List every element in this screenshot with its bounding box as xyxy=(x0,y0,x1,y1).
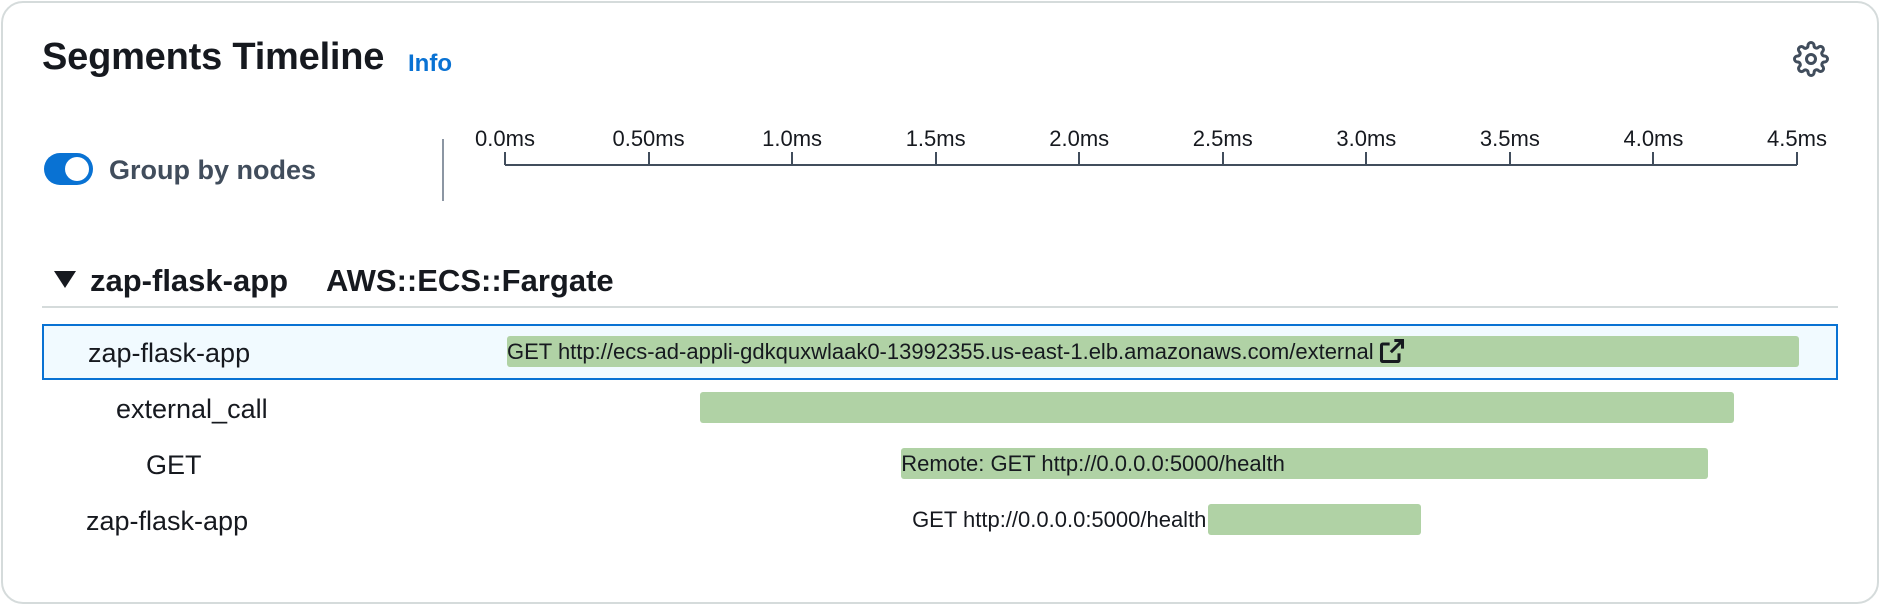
segment-row[interactable]: zap-flask-app GET http://0.0.0.0:5000/hea… xyxy=(42,492,1838,548)
node-name: zap-flask-app xyxy=(90,263,289,298)
page-title: Segments Timeline xyxy=(42,36,385,78)
segment-bar-label: GET http://0.0.0.0:5000/health xyxy=(912,504,1206,535)
segment-bar-text: GET http://ecs-ad-appli-gdkquxwlaak0-139… xyxy=(507,339,1374,364)
caret-down-icon[interactable] xyxy=(54,271,76,288)
node-type: AWS::ECS::Fargate xyxy=(326,263,614,298)
segment-bar-text: Remote: GET http://0.0.0.0:5000/health xyxy=(901,451,1285,476)
segment-row[interactable]: GET Remote: GET http://0.0.0.0:5000/healt… xyxy=(42,436,1838,492)
segment-label: zap-flask-app xyxy=(86,506,249,536)
vertical-divider xyxy=(442,139,444,201)
segment-bar-label: GET http://ecs-ad-appli-gdkquxwlaak0-139… xyxy=(507,336,1406,367)
external-link-icon[interactable] xyxy=(1378,337,1406,365)
segment-bar[interactable] xyxy=(700,392,1734,423)
gear-icon[interactable] xyxy=(1793,41,1829,77)
group-by-nodes-toggle[interactable] xyxy=(44,153,93,185)
segment-label: external_call xyxy=(116,394,268,424)
segment-label: GET xyxy=(146,450,202,480)
segment-row[interactable]: external_call xyxy=(42,380,1838,436)
segment-bar[interactable] xyxy=(1208,504,1421,535)
toggle-knob xyxy=(65,157,89,181)
node-divider xyxy=(42,306,1838,308)
info-link[interactable]: Info xyxy=(408,50,452,78)
segment-bar-text: GET http://0.0.0.0:5000/health xyxy=(912,507,1207,532)
segment-label: zap-flask-app xyxy=(88,338,251,368)
segment-bar-label: Remote: GET http://0.0.0.0:5000/health xyxy=(901,448,1285,479)
segment-row[interactable]: zap-flask-app GET http://ecs-ad-appli-gdk… xyxy=(42,324,1838,380)
group-by-nodes-label: Group by nodes xyxy=(109,155,317,185)
